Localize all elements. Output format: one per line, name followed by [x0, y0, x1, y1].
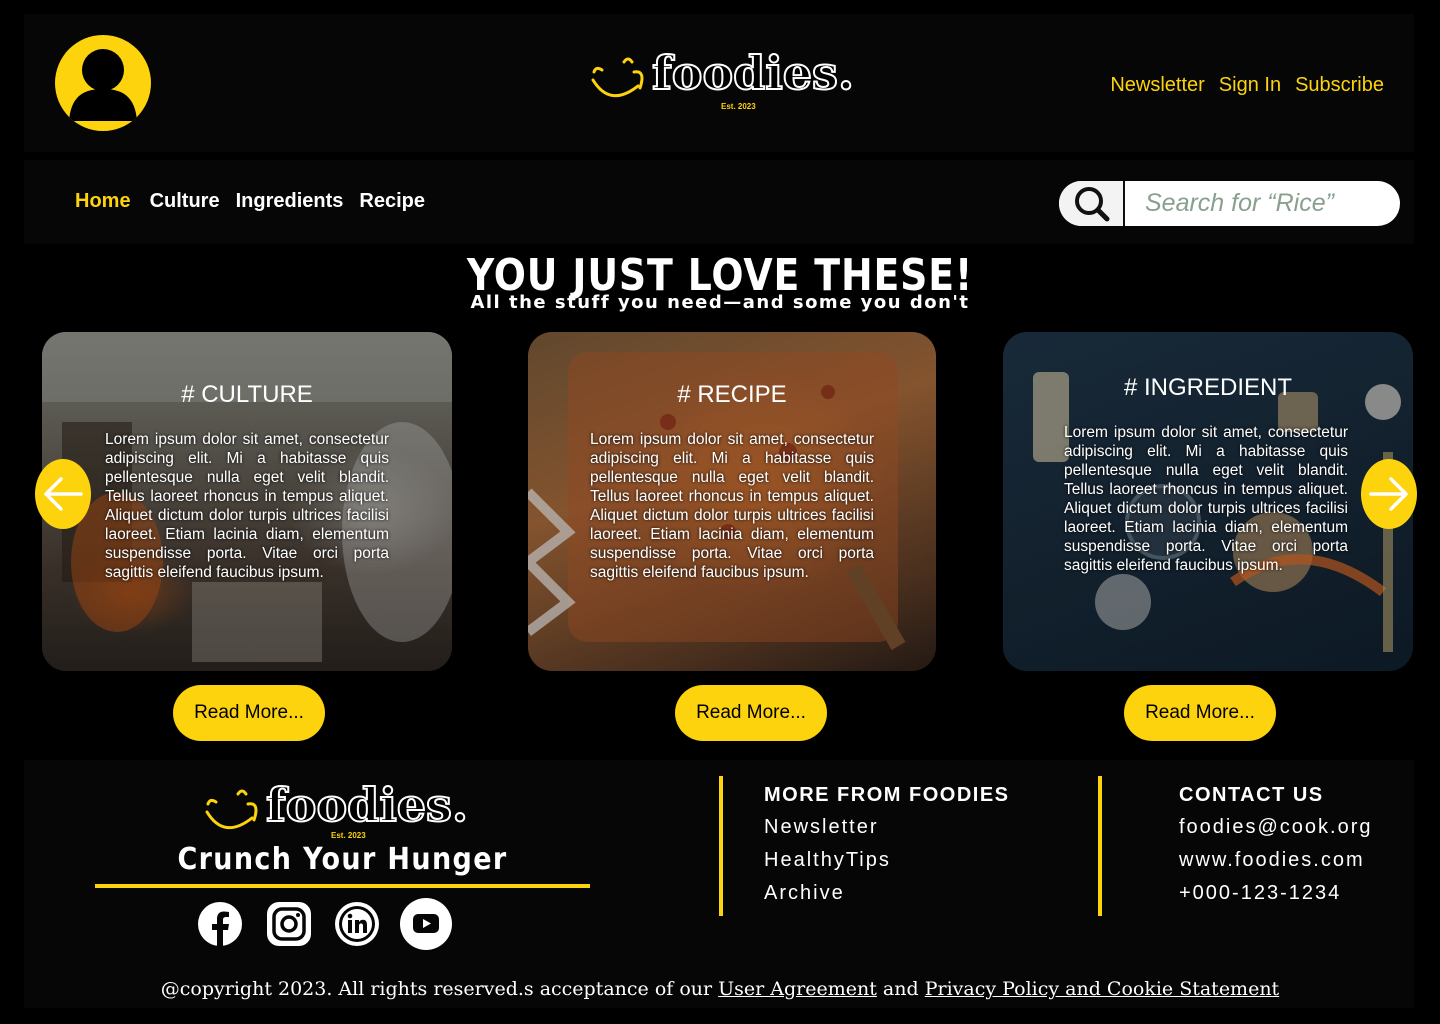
- culture-card-text: Lorem ipsum dolor sit amet, consectetur …: [105, 431, 389, 581]
- page-subtitle: All the stuff you need—and some you don'…: [470, 292, 970, 313]
- carousel-prev-button[interactable]: [35, 459, 91, 529]
- youtube-icon[interactable]: [400, 898, 452, 950]
- footer-divider-left: [719, 776, 723, 916]
- sign-in-link[interactable]: Sign In: [1219, 74, 1281, 97]
- user-avatar-icon[interactable]: [55, 35, 151, 131]
- culture-card-tag: # CULTURE: [181, 381, 313, 408]
- ingredient-card[interactable]: # INGREDIENT Lorem ipsum dolor sit amet,…: [1003, 332, 1413, 671]
- header-logo[interactable]: foodies. Est. 2023: [590, 45, 855, 114]
- smile-logo-icon: [591, 57, 644, 97]
- copyright-prefix: @copyright 2023. All rights reserved.s a…: [160, 978, 713, 1000]
- nav-item-culture[interactable]: Culture: [150, 190, 220, 213]
- footer-logo-wordmark: foodies.: [265, 777, 469, 833]
- contact-us-title: CONTACT US: [1179, 784, 1324, 806]
- recipe-card[interactable]: # RECIPE Lorem ipsum dolor sit amet, con…: [528, 332, 936, 671]
- footer-divider-right: [1098, 776, 1102, 916]
- facebook-icon[interactable]: [196, 900, 244, 948]
- ingredient-read-more-button[interactable]: Read More...: [1124, 685, 1276, 741]
- privacy-policy-link[interactable]: Privacy Policy and Cookie Statement: [925, 978, 1280, 1000]
- nav-item-recipe[interactable]: Recipe: [359, 190, 425, 213]
- footer-healthytips-link[interactable]: HealthyTips: [764, 849, 891, 872]
- footer-newsletter-link[interactable]: Newsletter: [764, 816, 878, 839]
- linkedin-icon[interactable]: [333, 900, 381, 948]
- subscribe-link[interactable]: Subscribe: [1295, 74, 1384, 97]
- arrow-left-icon: [44, 477, 83, 511]
- contact-email-link[interactable]: foodies@cook.org: [1179, 816, 1373, 839]
- carousel-next-button[interactable]: [1361, 459, 1417, 529]
- logo-wordmark: foodies.: [651, 45, 855, 101]
- search-icon[interactable]: [1059, 181, 1125, 226]
- footer-logo-est: Est. 2023: [331, 831, 366, 840]
- more-from-foodies-title: MORE FROM FOODIES: [764, 784, 1010, 806]
- recipe-card-tag: # RECIPE: [677, 381, 787, 408]
- ingredient-card-tag: # INGREDIENT: [1123, 374, 1293, 401]
- ingredient-card-text: Lorem ipsum dolor sit amet, consectetur …: [1064, 424, 1348, 574]
- top-links: Newsletter Sign In Subscribe: [1110, 74, 1384, 97]
- smile-logo-icon: [205, 789, 258, 829]
- contact-website-link[interactable]: www.foodies.com: [1179, 849, 1365, 872]
- recipe-read-more-button[interactable]: Read More...: [675, 685, 827, 741]
- copyright-text: @copyright 2023. All rights reserved.s a…: [0, 978, 1440, 1000]
- culture-read-more-button[interactable]: Read More...: [173, 685, 325, 741]
- footer-tagline: Crunch Your Hunger: [177, 842, 508, 877]
- search-input[interactable]: [1129, 183, 1400, 223]
- newsletter-link[interactable]: Newsletter: [1110, 74, 1204, 97]
- logo-est: Est. 2023: [721, 102, 756, 111]
- recipe-card-text: Lorem ipsum dolor sit amet, consectetur …: [590, 431, 874, 581]
- main-nav: Home Culture Ingredients Recipe: [75, 190, 441, 213]
- footer-logo[interactable]: foodies. Est. 2023: [204, 777, 469, 844]
- contact-phone-link[interactable]: +000-123-1234: [1179, 882, 1341, 905]
- culture-card[interactable]: # CULTURE Lorem ipsum dolor sit amet, co…: [42, 332, 452, 671]
- instagram-icon[interactable]: [265, 900, 313, 948]
- footer-divider: [95, 884, 590, 888]
- footer-archive-link[interactable]: Archive: [764, 882, 845, 905]
- arrow-right-icon: [1369, 477, 1408, 511]
- user-agreement-link[interactable]: User Agreement: [718, 978, 877, 1000]
- nav-item-ingredients[interactable]: Ingredients: [236, 190, 344, 213]
- search-bar: [1059, 181, 1400, 226]
- nav-item-home[interactable]: Home: [75, 190, 131, 213]
- copyright-and: and: [882, 978, 919, 1000]
